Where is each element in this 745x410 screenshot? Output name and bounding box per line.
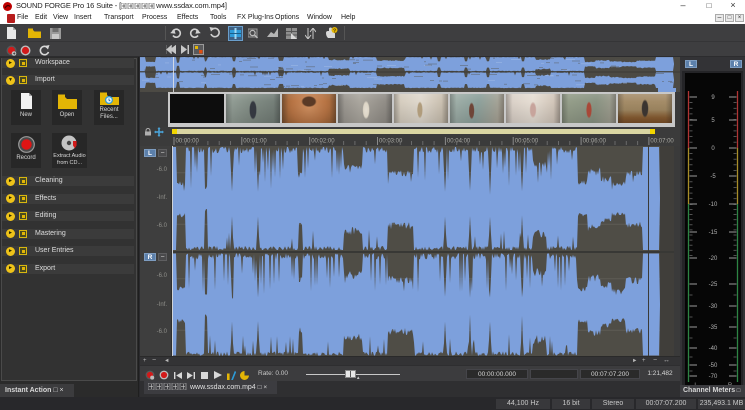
svg-text:-25: -25 [709,282,718,288]
svg-text:-20: -20 [709,256,718,262]
svg-text:-40: -40 [709,346,718,352]
svg-text:-35: -35 [709,325,718,331]
svg-text:-10: -10 [709,202,718,208]
svg-text:-5: -5 [710,174,716,180]
svg-text:-70: -70 [709,374,718,380]
svg-text:00:05:00: 00:05:00 [515,139,539,145]
svg-text:00:03:00: 00:03:00 [379,139,403,145]
svg-text:-50: -50 [709,363,718,369]
svg-text:00:07:00: 00:07:00 [650,139,674,145]
svg-text:?: ? [333,29,336,35]
svg-text:00:00:00: 00:00:00 [176,139,200,145]
svg-text:00:04:00: 00:04:00 [447,139,471,145]
svg-text:00:02:00: 00:02:00 [311,139,335,145]
svg-text:00:06:00: 00:06:00 [583,139,607,145]
svg-text:-30: -30 [709,304,718,310]
svg-text:-15: -15 [709,230,718,236]
svg-text:00:01:00: 00:01:00 [243,139,267,145]
